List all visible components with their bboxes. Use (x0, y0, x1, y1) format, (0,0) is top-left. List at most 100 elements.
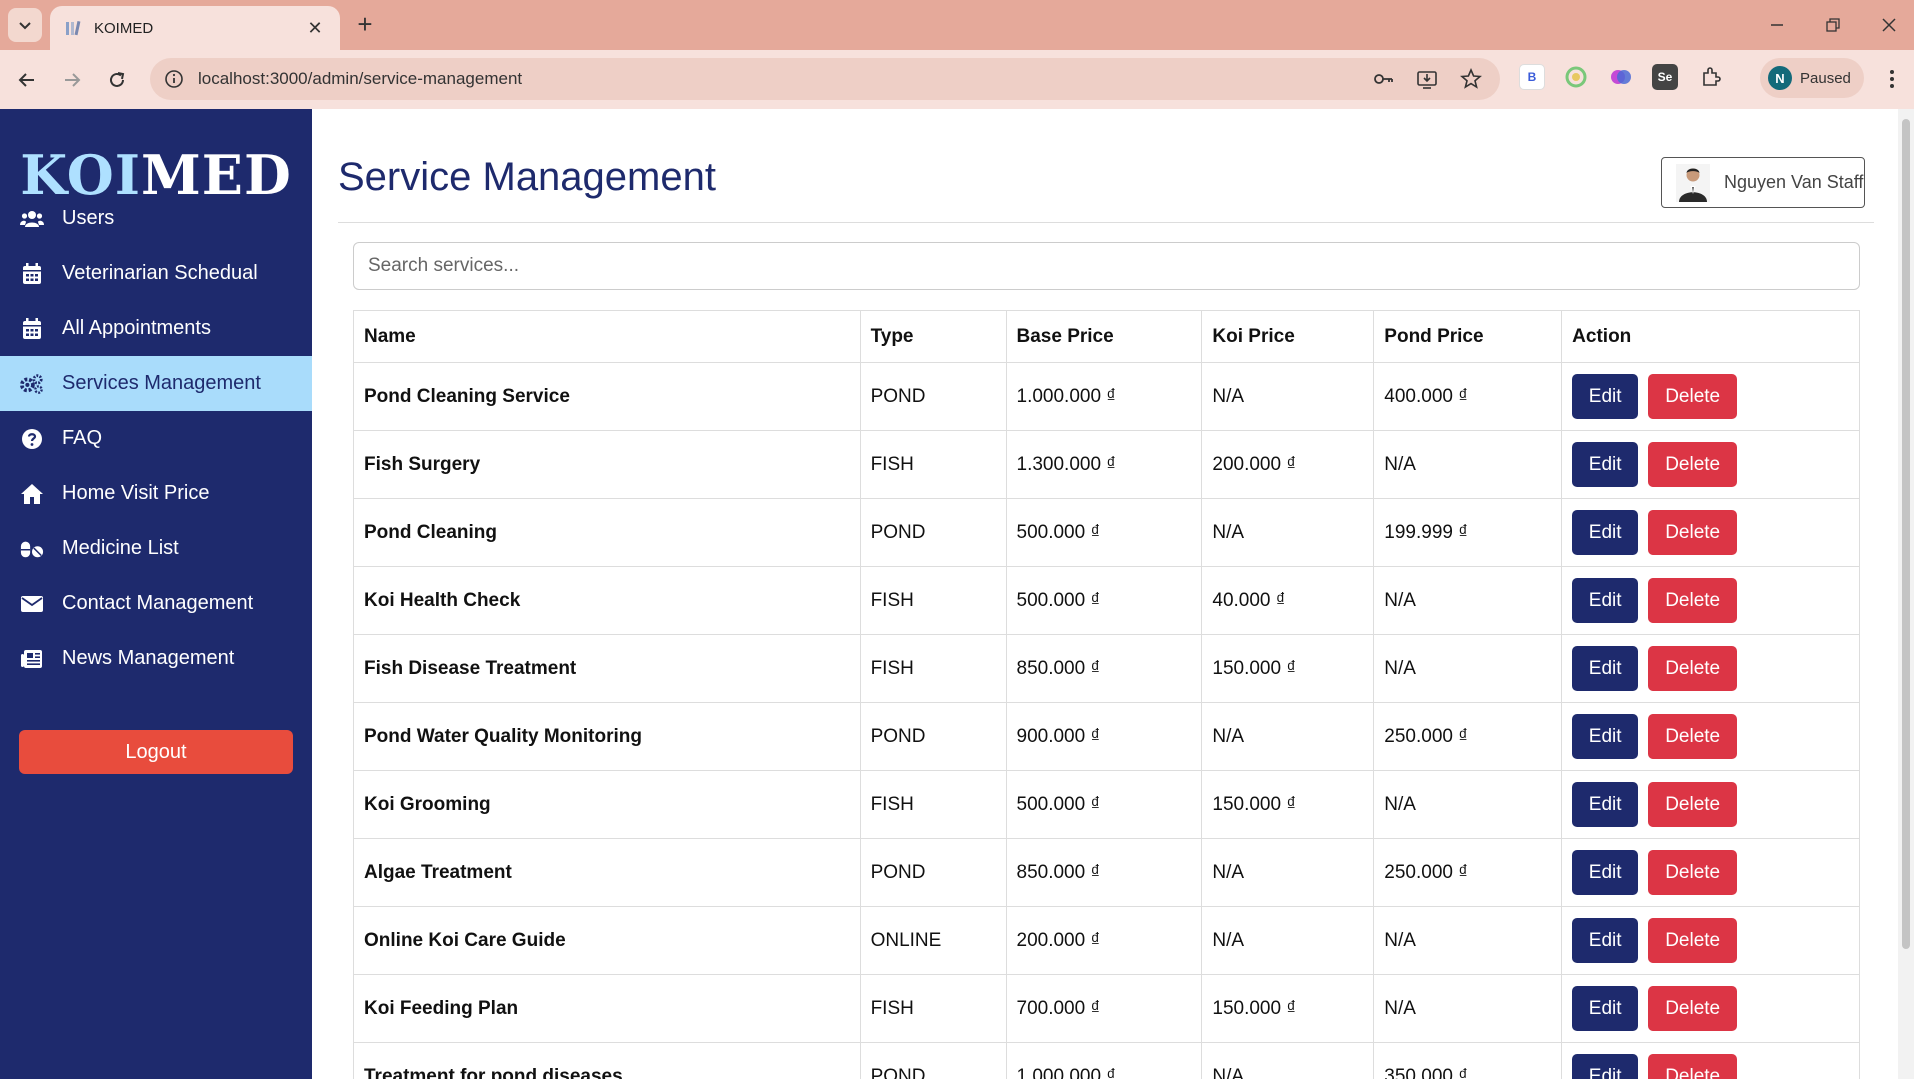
table-row: Koi Feeding Plan FISH 700.000 ₫ 150.000 ₫ N/… (353, 974, 1860, 1043)
service-name-cell: Pond Water Quality Monitoring (353, 702, 861, 771)
url-text[interactable]: localhost:3000/admin/service-management (198, 69, 1354, 89)
koi-price-cell: 150.000 ₫ (1201, 634, 1375, 703)
question-icon (20, 427, 44, 451)
logout-button[interactable]: Logout (19, 730, 293, 774)
koi-price-cell: N/A (1201, 838, 1375, 907)
restore-button[interactable] (1808, 8, 1858, 42)
user-profile-button[interactable]: Nguyen Van Staff (1661, 157, 1865, 208)
pond-price-cell: N/A (1373, 566, 1563, 635)
edit-button[interactable]: Edit (1572, 782, 1639, 827)
delete-button[interactable]: Delete (1648, 850, 1738, 895)
sidebar-item-users[interactable]: Users (0, 191, 312, 246)
service-type-cell: FISH (859, 634, 1007, 703)
forward-button[interactable] (56, 64, 88, 96)
delete-button[interactable]: Delete (1648, 714, 1738, 759)
minimize-icon (1771, 24, 1783, 26)
address-bar[interactable]: localhost:3000/admin/service-management (150, 58, 1500, 100)
browser-menu-button[interactable] (1882, 64, 1902, 94)
brain-extension-icon[interactable] (1608, 64, 1634, 90)
base-price-cell: 1.300.000 ₫ (1005, 430, 1203, 499)
edit-button[interactable]: Edit (1572, 442, 1639, 487)
new-tab-button[interactable]: + (350, 10, 380, 40)
service-name-cell: Fish Disease Treatment (353, 634, 861, 703)
home-icon (20, 482, 44, 506)
sidebar-item-label: News Management (62, 647, 235, 669)
site-info-icon[interactable] (164, 69, 184, 89)
search-input[interactable] (353, 242, 1860, 290)
sidebar-item-label: Home Visit Price (62, 482, 210, 504)
calendar-icon (20, 262, 44, 286)
edit-button[interactable]: Edit (1572, 646, 1639, 691)
delete-button[interactable]: Delete (1648, 782, 1738, 827)
koi-price-cell: 200.000 ₫ (1201, 430, 1375, 499)
service-type-cell: POND (859, 838, 1007, 907)
minimize-button[interactable] (1752, 8, 1802, 42)
sidebar-item-label: FAQ (62, 427, 103, 449)
service-type-cell: FISH (859, 430, 1007, 499)
sidebar-item-label: Contact Management (62, 592, 254, 614)
profile-button[interactable]: N Paused (1760, 58, 1864, 98)
edit-button[interactable]: Edit (1572, 850, 1639, 895)
sidebar-item-medicine-list[interactable]: Medicine List (0, 521, 312, 576)
bookmark-star-icon[interactable] (1456, 64, 1486, 94)
b-extension-icon[interactable]: B (1519, 64, 1545, 90)
edit-button[interactable]: Edit (1572, 918, 1639, 963)
circle-extension-icon[interactable] (1563, 64, 1589, 90)
service-name-cell: Fish Surgery (353, 430, 861, 499)
table-row: Koi Health Check FISH 500.000 ₫ 40.000 ₫ N/A… (353, 566, 1860, 635)
action-cell: Edit Delete (1561, 974, 1860, 1043)
delete-button[interactable]: Delete (1648, 442, 1738, 487)
service-name-cell: Koi Feeding Plan (353, 974, 861, 1043)
sidebar-item-contact-management[interactable]: Contact Management (0, 576, 312, 631)
column-header-base-price: Base Price (1005, 310, 1203, 363)
delete-button[interactable]: Delete (1648, 374, 1738, 419)
scrollbar-thumb[interactable] (1902, 119, 1910, 949)
sidebar-item-veterinarian-schedule[interactable]: Veterinarian Schedual (0, 246, 312, 301)
koi-price-cell: N/A (1201, 702, 1375, 771)
sidebar-item-news-management[interactable]: News Management (0, 631, 312, 686)
delete-button[interactable]: Delete (1648, 918, 1738, 963)
install-app-icon[interactable] (1412, 64, 1442, 94)
service-type-cell: FISH (859, 974, 1007, 1043)
sidebar-item-all-appointments[interactable]: All Appointments (0, 301, 312, 356)
close-window-button[interactable] (1864, 8, 1914, 42)
newspaper-icon (20, 647, 44, 671)
password-key-icon[interactable] (1368, 64, 1398, 94)
edit-button[interactable]: Edit (1572, 1054, 1639, 1079)
column-header-type: Type (859, 310, 1007, 363)
reload-button[interactable] (101, 64, 133, 96)
selenium-extension-icon[interactable]: Se (1652, 64, 1678, 90)
browser-tab-active[interactable]: KOIMED ✕ (50, 6, 340, 50)
pond-price-cell: 250.000 ₫ (1373, 702, 1563, 771)
arrow-left-icon (18, 73, 34, 87)
back-button[interactable] (11, 64, 43, 96)
tab-search-button[interactable] (8, 8, 42, 42)
delete-button[interactable]: Delete (1648, 510, 1738, 555)
base-price-cell: 1.000.000 ₫ (1005, 362, 1203, 431)
edit-button[interactable]: Edit (1572, 986, 1639, 1031)
sidebar-item-services-management[interactable]: Services Management (0, 356, 312, 411)
pond-price-cell: 350.000 ₫ (1373, 1042, 1563, 1079)
edit-button[interactable]: Edit (1572, 714, 1639, 759)
pond-price-cell: N/A (1373, 906, 1563, 975)
service-name-cell: Treatment for pond diseases (353, 1042, 861, 1079)
envelope-icon (20, 592, 44, 616)
delete-button[interactable]: Delete (1648, 646, 1738, 691)
column-header-koi-price: Koi Price (1201, 310, 1375, 363)
edit-button[interactable]: Edit (1572, 578, 1639, 623)
action-cell: Edit Delete (1561, 430, 1860, 499)
sidebar-item-home-visit-price[interactable]: Home Visit Price (0, 466, 312, 521)
edit-button[interactable]: Edit (1572, 510, 1639, 555)
sidebar-item-faq[interactable]: FAQ (0, 411, 312, 466)
delete-button[interactable]: Delete (1648, 1054, 1738, 1079)
edit-button[interactable]: Edit (1572, 374, 1639, 419)
service-name-cell: Online Koi Care Guide (353, 906, 861, 975)
column-header-pond-price: Pond Price (1373, 310, 1563, 363)
delete-button[interactable]: Delete (1648, 986, 1738, 1031)
tab-close-icon[interactable]: ✕ (304, 18, 326, 39)
extensions-puzzle-icon[interactable] (1698, 64, 1724, 90)
page-scrollbar[interactable] (1898, 109, 1914, 1079)
koi-price-cell: N/A (1201, 362, 1375, 431)
table-header-row: Name Type Base Price Koi Price Pond Pric… (353, 310, 1860, 363)
delete-button[interactable]: Delete (1648, 578, 1738, 623)
